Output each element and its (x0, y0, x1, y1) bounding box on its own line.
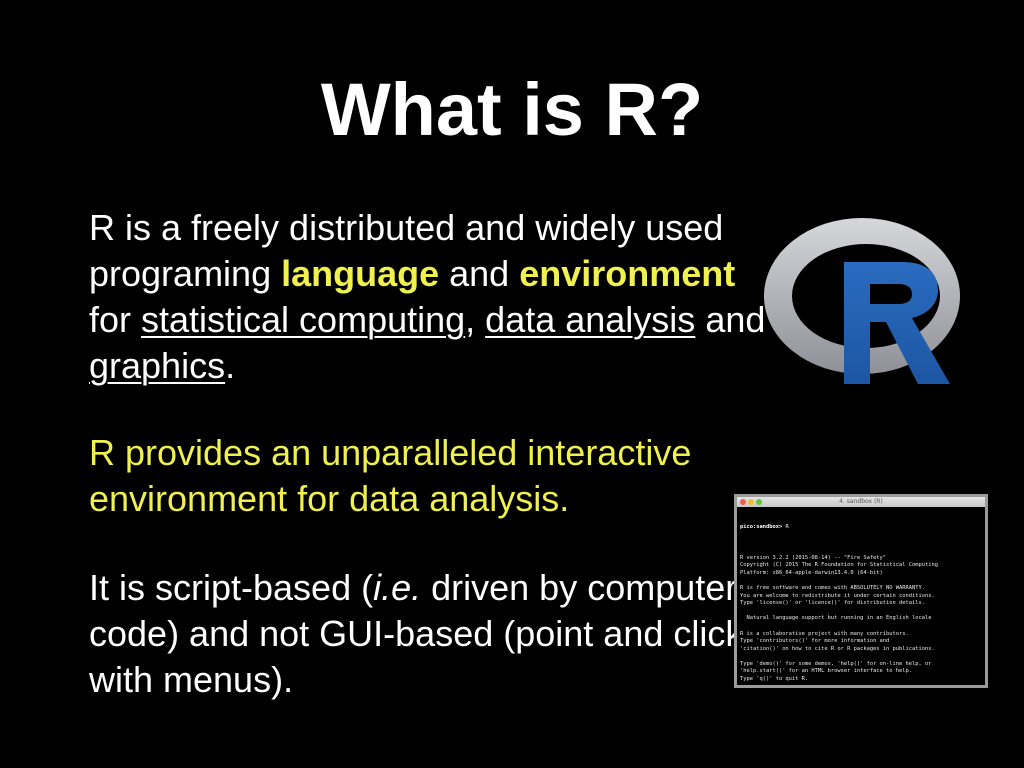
terminal-line: R is a collaborative project with many c… (740, 630, 909, 637)
terminal-prompt-cmd: R (782, 524, 789, 531)
terminal-prompt-host: pico:sandbox> (740, 524, 783, 531)
terminal-line: Type 'demo()' for some demos, 'help()' f… (740, 660, 932, 667)
p3-ie: i.e. (373, 567, 422, 608)
p1-text-4: , (465, 299, 486, 340)
terminal-line: Type 'license()' or 'licence()' for dist… (740, 600, 925, 607)
paragraph-definition: R is a freely distributed and widely use… (89, 205, 769, 389)
p3-text-1: It is script-based ( (89, 567, 374, 608)
term-graphics: graphics (89, 345, 226, 386)
keyword-environment: environment (519, 253, 736, 294)
terminal-line: You are welcome to redistribute it under… (740, 592, 935, 599)
r-terminal-screenshot: 4. sandbox (R) pico:sandbox> R R version… (734, 494, 988, 688)
p1-text-5: and (695, 299, 766, 340)
terminal-line: Type 'contributors()' for more informati… (740, 638, 890, 645)
paragraph-interactive: R provides an unparalleled interactive e… (89, 432, 692, 519)
terminal-line: Platform: x86_64-apple-darwin13.4.0 (64-… (740, 569, 883, 576)
terminal-line: Natural language support but running in … (740, 615, 932, 622)
terminal-line: R is free software and comes with ABSOLU… (740, 584, 925, 591)
terminal-line: 'citation()' on how to cite R or R packa… (740, 645, 935, 652)
terminal-title: 4. sandbox (R) (839, 498, 883, 505)
terminal-line: Type 'q()' to quit R. (740, 676, 809, 683)
terminal-output: pico:sandbox> R R version 3.2.2 (2015-08… (737, 507, 985, 685)
slide-title: What is R? (320, 68, 704, 151)
term-statistical-computing: statistical computing (141, 299, 466, 340)
terminal-line: R version 3.2.2 (2015-08-14) -- "Fire Sa… (740, 554, 887, 561)
keyword-language: language (281, 253, 440, 294)
p1-text-6: . (225, 345, 236, 386)
paragraph-script-based: It is script-based (i.e. driven by compu… (89, 565, 769, 703)
terminal-line: Copyright (C) 2015 The R Foundation for … (740, 562, 938, 569)
terminal-titlebar: 4. sandbox (R) (737, 497, 985, 507)
term-data-analysis: data analysis (485, 299, 696, 340)
r-logo-icon: R (764, 218, 960, 384)
slide: What is R? R is a freely distributed and… (0, 0, 1024, 768)
terminal-line: 'help.start()' for an HTML browser inter… (740, 668, 913, 675)
p1-text-3: for (89, 299, 142, 340)
p1-text-2: and (439, 253, 520, 294)
